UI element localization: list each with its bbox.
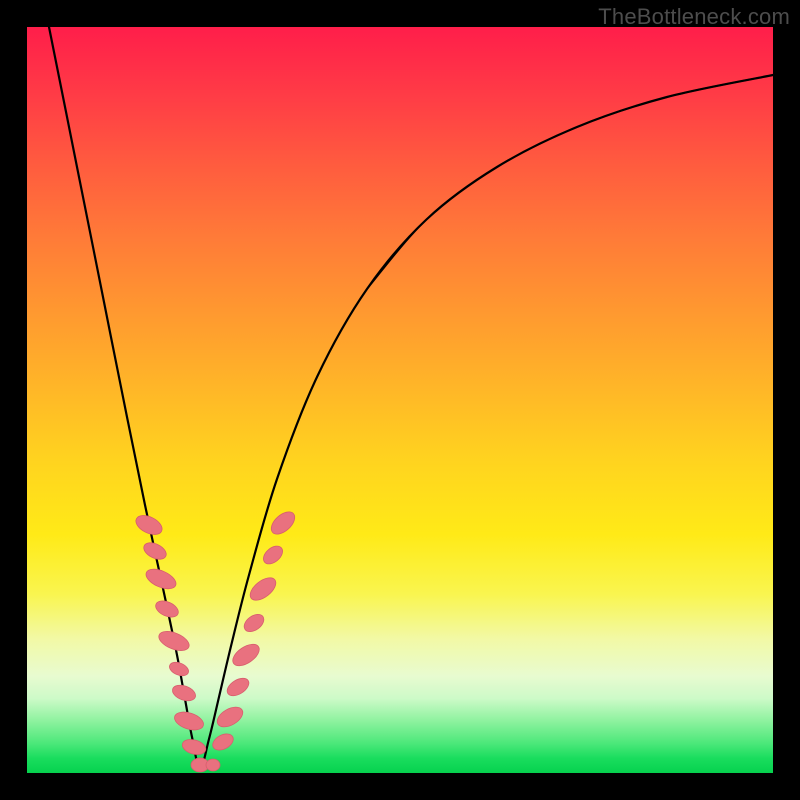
bead — [241, 611, 267, 635]
bead — [167, 660, 190, 679]
bead — [210, 731, 236, 754]
bottleneck-curve-tail — [367, 75, 773, 289]
bead — [260, 543, 286, 568]
bead — [153, 598, 181, 621]
bead — [133, 512, 165, 539]
bead — [143, 565, 179, 593]
bead — [156, 628, 192, 655]
chart-frame: TheBottleneck.com — [0, 0, 800, 800]
bead — [141, 539, 169, 562]
bottleneck-curve — [49, 27, 773, 769]
bead — [214, 703, 246, 731]
bead — [172, 709, 205, 733]
bottleneck-curve-svg — [27, 27, 773, 773]
plot-area — [27, 27, 773, 773]
watermark-text: TheBottleneck.com — [598, 4, 790, 30]
bead — [229, 640, 263, 670]
bead-cluster — [133, 508, 299, 772]
bead — [246, 573, 279, 604]
bead — [206, 759, 220, 771]
bead — [181, 737, 208, 757]
bead — [267, 508, 299, 539]
bead — [170, 682, 197, 703]
bead — [224, 675, 252, 700]
